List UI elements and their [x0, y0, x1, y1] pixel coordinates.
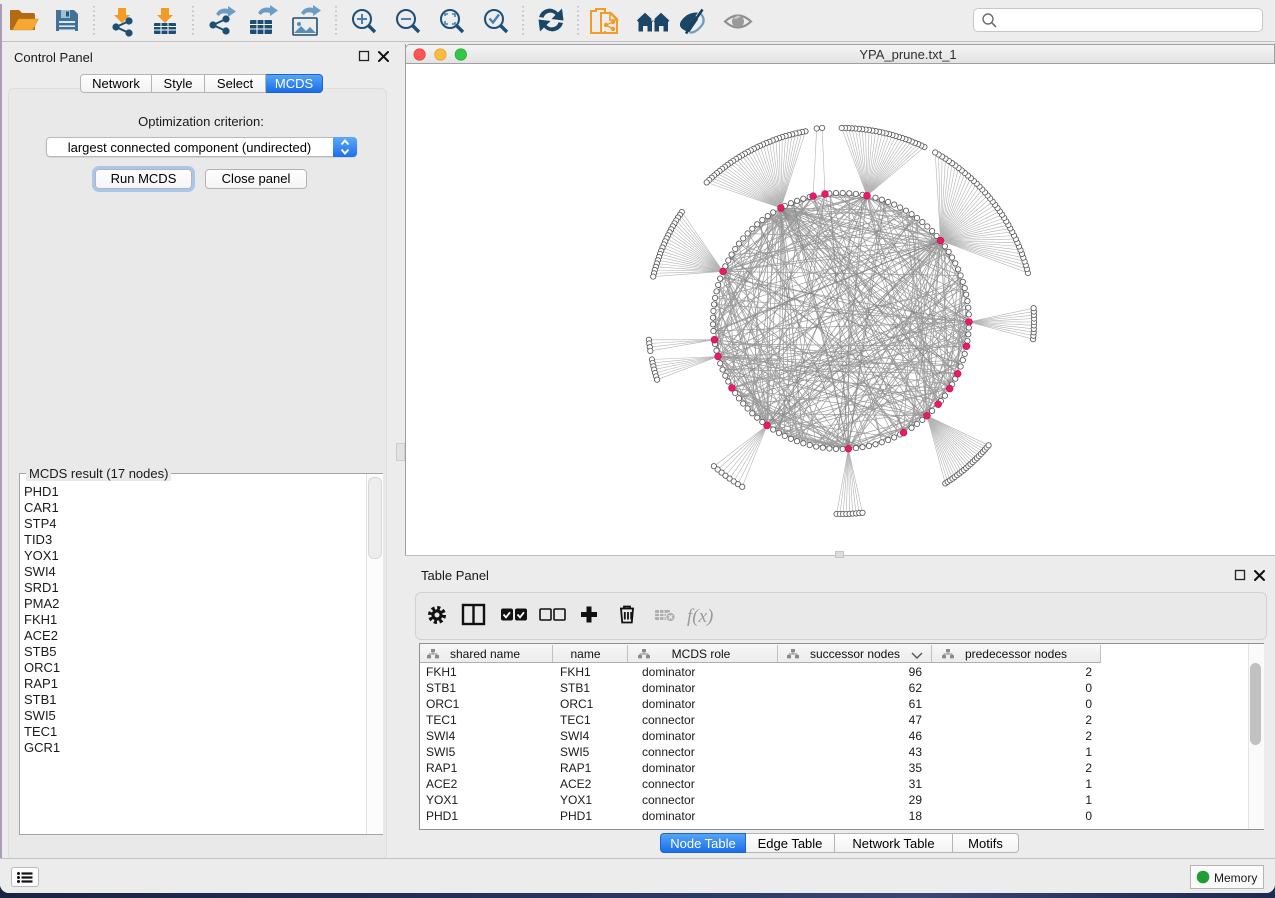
svg-text:f(x): f(x) [687, 606, 713, 627]
